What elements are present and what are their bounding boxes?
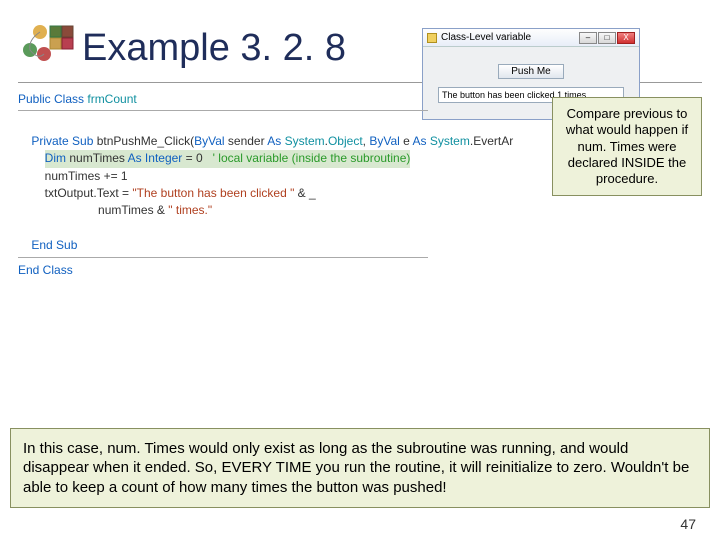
code-divider-1 — [18, 110, 428, 111]
amp-cont: & _ — [294, 186, 315, 200]
kw-private-sub: Private Sub — [31, 134, 96, 148]
kw-end-sub: End Sub — [31, 238, 77, 252]
comment-local: ' local variable (inside the subroutine) — [213, 151, 411, 165]
page-number: 47 — [680, 516, 696, 532]
stmt-increment: numTimes += 1 — [45, 169, 128, 183]
id-numtimes2: numTimes & — [98, 203, 168, 217]
window-controls: – □ X — [579, 32, 635, 44]
id-numtimes: numTimes — [69, 151, 127, 165]
highlighted-line: Dim numTimes As Integer = 0 ' local vari… — [45, 150, 411, 167]
kw-as: As — [267, 134, 284, 148]
str-clicked: "The button has been clicked " — [132, 186, 294, 200]
kw-as-integer: As Integer — [128, 151, 183, 165]
kw-dim: Dim — [45, 151, 70, 165]
callout-explanation: In this case, num. Times would only exis… — [10, 428, 710, 509]
maximize-button[interactable]: □ — [598, 32, 616, 44]
titlebar: Class-Level variable – □ X — [423, 29, 639, 47]
code-area: Compare previous to what would happen if… — [18, 91, 702, 331]
id-sender: sender — [225, 134, 268, 148]
minimize-button[interactable]: – — [579, 32, 597, 44]
kw-end-class: End Class — [18, 263, 73, 277]
id-handler: btnPushMe_Click( — [97, 134, 194, 148]
eq-zero: = 0 — [182, 151, 212, 165]
slide-title: Example 3. 2. 8 — [82, 27, 346, 70]
code-divider-2 — [18, 257, 428, 258]
ty-system2: System — [430, 134, 470, 148]
slide-logo-icon — [18, 20, 74, 76]
ty-object: Object — [328, 134, 363, 148]
str-times: " times." — [168, 203, 212, 217]
ty-system: System — [285, 134, 325, 148]
app-icon — [427, 33, 437, 43]
id-frmcount: frmCount — [87, 92, 136, 106]
id-eventargs: EvertAr — [473, 134, 513, 148]
callout-compare: Compare previous to what would happen if… — [552, 97, 702, 196]
kw-public-class: Public Class — [18, 92, 87, 106]
slide: Example 3. 2. 8 Class-Level variable – □… — [0, 0, 720, 540]
close-button[interactable]: X — [617, 32, 635, 44]
kw-as2: As — [412, 134, 429, 148]
push-me-button[interactable]: Push Me — [498, 64, 563, 79]
id-e: e — [400, 134, 413, 148]
window-title: Class-Level variable — [441, 32, 531, 43]
kw-byval2: ByVal — [369, 134, 399, 148]
kw-byval: ByVal — [194, 134, 224, 148]
stmt-assign: txtOutput.Text = — [45, 186, 133, 200]
